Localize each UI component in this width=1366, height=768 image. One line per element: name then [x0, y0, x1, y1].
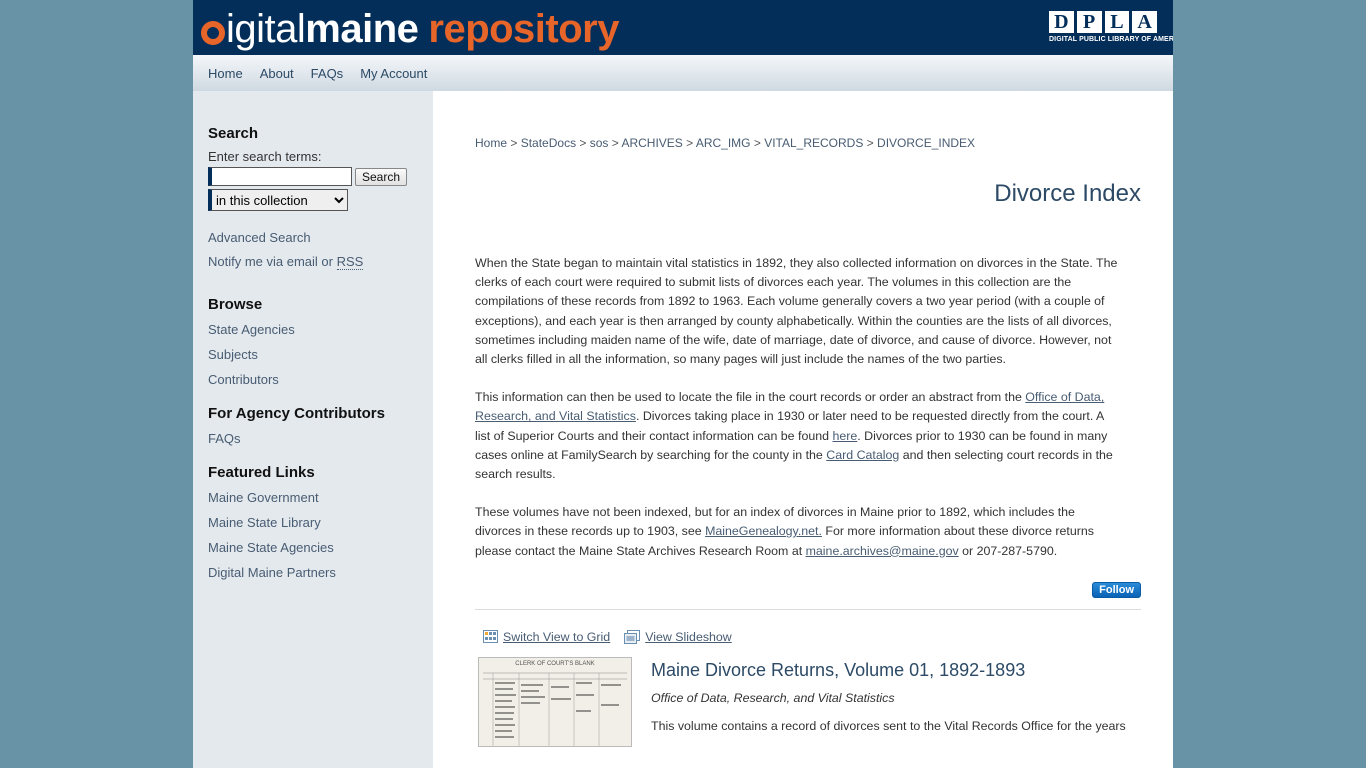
notify-email-link[interactable]: Notify me via email or: [208, 254, 337, 269]
search-label: Enter search terms:: [208, 149, 322, 164]
featured-maine-state-library[interactable]: Maine State Library: [208, 515, 321, 530]
browse-item: Subjects: [208, 347, 433, 362]
item-abstract: This volume contains a record of divorce…: [651, 718, 1126, 733]
breadcrumb: Home > StateDocs > sos > ARCHIVES > ARC_…: [475, 136, 1141, 150]
breadcrumb-separator: >: [863, 136, 878, 150]
agency-list: FAQs: [208, 431, 433, 446]
breadcrumb-link[interactable]: VITAL_RECORDS: [764, 136, 863, 150]
nav-faqs[interactable]: FAQs: [311, 66, 344, 81]
item-details: Maine Divorce Returns, Volume 01, 1892-1…: [651, 660, 1126, 747]
follow-button[interactable]: Follow: [1092, 581, 1141, 598]
dpla-letter: L: [1104, 11, 1130, 33]
description-text: This information can then be used to loc…: [475, 390, 1026, 405]
search-heading: Search: [208, 125, 259, 142]
page-title: Divorce Index: [994, 180, 1141, 207]
breadcrumb-separator: >: [682, 136, 696, 150]
dpla-letter: P: [1076, 11, 1102, 33]
browse-state-agencies[interactable]: State Agencies: [208, 322, 295, 337]
sidebar: Search Enter search terms: Search in thi…: [193, 91, 433, 768]
featured-heading: Featured Links: [208, 464, 315, 481]
description-paragraph: This information can then be used to loc…: [475, 388, 1121, 484]
item-title[interactable]: Maine Divorce Returns, Volume 01, 1892-1…: [651, 660, 1126, 681]
featured-digital-maine-partners[interactable]: Digital Maine Partners: [208, 565, 336, 580]
breadcrumb-link[interactable]: StateDocs: [521, 136, 576, 150]
logo-text-maine: maine: [305, 7, 419, 51]
main-content: Home > StateDocs > sos > ARCHIVES > ARC_…: [475, 91, 1141, 747]
site-header: igital maine repository D P L A DIGITAL PU…: [193, 0, 1173, 55]
nav-about[interactable]: About: [260, 66, 294, 81]
breadcrumb-separator: >: [507, 136, 521, 150]
breadcrumb-link[interactable]: ARCHIVES: [621, 136, 682, 150]
description-paragraph: These volumes have not been indexed, but…: [475, 503, 1121, 561]
top-nav: Home About FAQs My Account: [193, 55, 1173, 91]
item-author: Office of Data, Research, and Vital Stat…: [651, 690, 895, 705]
featured-item: Digital Maine Partners: [208, 565, 433, 580]
browse-list: State Agencies Subjects Contributors: [208, 322, 433, 387]
featured-item: Maine Government: [208, 490, 433, 505]
view-options: Switch View to Grid View Slideshow: [475, 629, 1141, 644]
breadcrumb-link[interactable]: Home: [475, 136, 507, 150]
featured-maine-state-agencies[interactable]: Maine State Agencies: [208, 540, 334, 555]
browse-item: State Agencies: [208, 322, 433, 337]
follow-row: Follow: [475, 579, 1141, 610]
slideshow-icon: [624, 629, 641, 644]
slideshow-option: View Slideshow: [624, 629, 732, 644]
superior-courts-link[interactable]: here: [832, 429, 857, 443]
browse-heading: Browse: [208, 296, 263, 313]
collection-item: CLERK OF COURT'S BLANK Maine Divorce Ret…: [475, 656, 1141, 747]
browse-subjects[interactable]: Subjects: [208, 347, 258, 362]
site-logo[interactable]: igital maine repository: [201, 2, 619, 52]
browse-contributors[interactable]: Contributors: [208, 372, 279, 387]
nav-my-account[interactable]: My Account: [360, 66, 427, 81]
item-thumbnail[interactable]: CLERK OF COURT'S BLANK: [478, 656, 632, 747]
mainegenealogy-link[interactable]: MaineGenealogy.net.: [705, 524, 822, 538]
rss-link[interactable]: RSS: [336, 254, 364, 270]
ledger-page-image: [483, 672, 627, 746]
breadcrumb-separator: >: [576, 136, 590, 150]
dpla-letter: A: [1132, 11, 1157, 33]
page-container: igital maine repository D P L A DIGITAL PU…: [193, 0, 1173, 768]
featured-item: Maine State Agencies: [208, 540, 433, 555]
view-slideshow-link[interactable]: View Slideshow: [645, 630, 732, 644]
grid-icon: [483, 630, 498, 644]
nav-home[interactable]: Home: [208, 66, 243, 81]
agency-item: FAQs: [208, 431, 433, 446]
agency-heading: For Agency Contributors: [208, 405, 385, 422]
collection-description: When the State began to maintain vital s…: [475, 254, 1121, 561]
notify-line: Notify me via email or RSS: [208, 254, 433, 270]
logo-text-repository: repository: [428, 7, 619, 51]
search-input[interactable]: [208, 167, 352, 186]
grid-view-option: Switch View to Grid: [483, 630, 610, 644]
featured-maine-government[interactable]: Maine Government: [208, 490, 319, 505]
featured-list: Maine Government Maine State Library Mai…: [208, 490, 433, 580]
logo-d-icon: [201, 21, 225, 45]
breadcrumb-separator: >: [750, 136, 765, 150]
dpla-subtitle: DIGITAL PUBLIC LIBRARY OF AMERICA: [1049, 36, 1173, 43]
breadcrumb-link[interactable]: ARC_IMG: [696, 136, 751, 150]
dpla-letter: D: [1049, 11, 1074, 33]
browse-item: Contributors: [208, 372, 433, 387]
breadcrumb-current[interactable]: DIVORCE_INDEX: [877, 136, 975, 150]
breadcrumb-link[interactable]: sos: [590, 136, 609, 150]
dpla-logo[interactable]: D P L A DIGITAL PUBLIC LIBRARY OF AMERIC…: [1049, 11, 1173, 43]
featured-item: Maine State Library: [208, 515, 433, 530]
search-button[interactable]: Search: [355, 167, 408, 186]
card-catalog-link[interactable]: Card Catalog: [826, 448, 899, 462]
switch-to-grid-link[interactable]: Switch View to Grid: [503, 630, 610, 644]
description-text: or 207-287-5790.: [958, 543, 1058, 558]
search-scope-select[interactable]: in this collection: [208, 189, 348, 211]
rss-abbr: RSS: [336, 254, 364, 270]
advanced-search-link[interactable]: Advanced Search: [208, 230, 433, 245]
description-paragraph: When the State began to maintain vital s…: [475, 256, 1118, 367]
logo-text-digital: igital: [226, 7, 306, 51]
archives-email-link[interactable]: maine.archives@maine.gov: [806, 544, 959, 558]
breadcrumb-separator: >: [608, 136, 622, 150]
agency-faqs[interactable]: FAQs: [208, 431, 241, 446]
